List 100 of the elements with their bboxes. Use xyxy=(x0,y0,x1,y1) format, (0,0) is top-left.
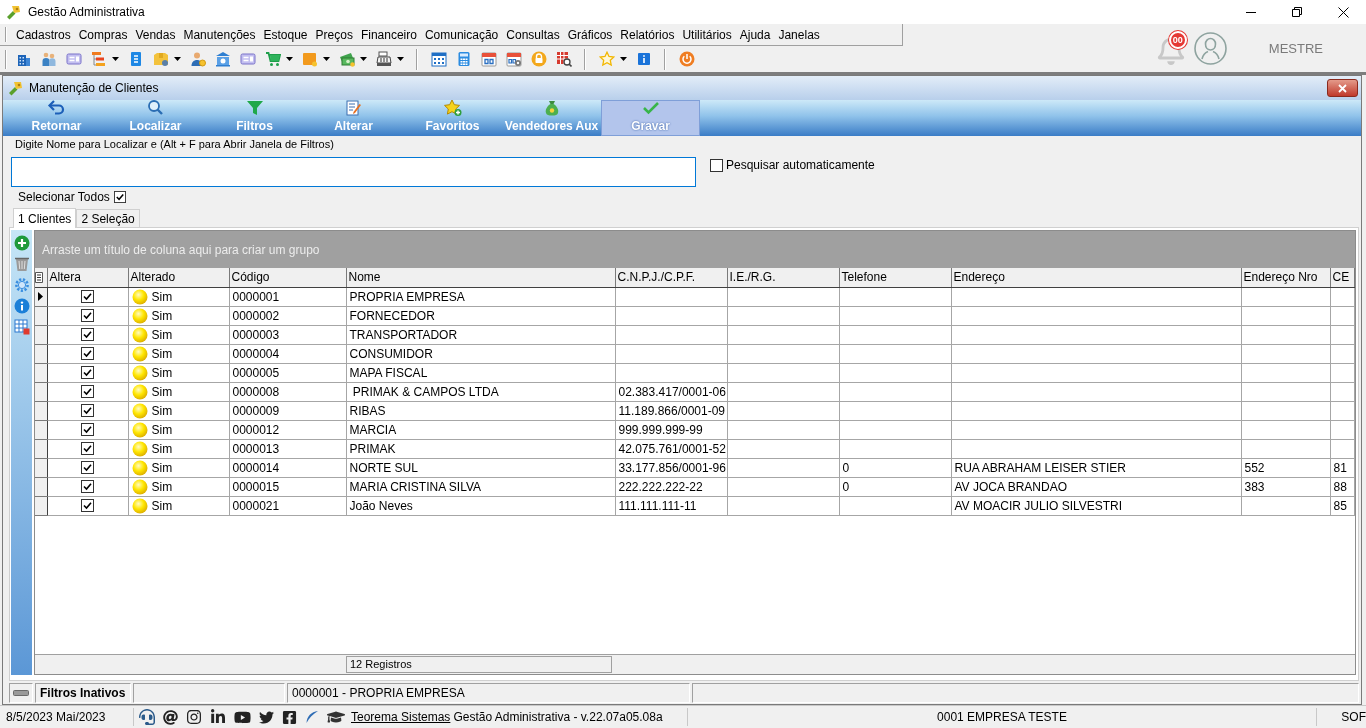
status-text: Sim xyxy=(151,479,173,494)
calendar-icon[interactable] xyxy=(431,51,447,67)
menu-item[interactable]: Manutenções xyxy=(183,27,256,42)
caret-icon[interactable] xyxy=(112,57,119,61)
trash-icon[interactable] xyxy=(13,256,30,272)
status-text: Sim xyxy=(151,308,173,323)
id-card-icon[interactable] xyxy=(66,51,82,67)
star-plus-icon[interactable] xyxy=(442,99,463,117)
orb-icon xyxy=(131,459,148,476)
checkbox[interactable] xyxy=(81,347,94,360)
cart-icon[interactable] xyxy=(265,51,281,67)
power-icon[interactable] xyxy=(679,51,695,67)
facebook-icon[interactable] xyxy=(282,709,297,725)
checkbox[interactable] xyxy=(81,404,94,417)
cash-register-icon[interactable] xyxy=(376,51,392,67)
status-text: Sim xyxy=(151,289,173,304)
menu-item[interactable]: Estoque xyxy=(263,27,308,42)
table-search-icon[interactable] xyxy=(556,51,572,67)
checkbox[interactable] xyxy=(113,191,126,203)
table-icon[interactable] xyxy=(13,319,30,335)
menu-item[interactable]: Janelas xyxy=(778,27,820,42)
checkbox[interactable] xyxy=(81,480,94,493)
gear-icon[interactable] xyxy=(13,277,30,293)
company-text: 0001 EMPRESA TESTE xyxy=(686,708,1317,726)
checkbox[interactable] xyxy=(81,423,94,436)
search-field[interactable] xyxy=(11,157,696,187)
check-icon[interactable] xyxy=(640,99,661,117)
menu-item[interactable]: Utilitários xyxy=(682,27,732,42)
caret-icon[interactable] xyxy=(323,57,330,61)
column-header[interactable]: Altera xyxy=(47,268,128,287)
menu-item[interactable]: Cadastros xyxy=(16,27,71,42)
info-icon[interactable] xyxy=(636,51,652,67)
checkbox[interactable] xyxy=(81,328,94,341)
checkbox[interactable] xyxy=(81,442,94,455)
column-header[interactable]: Endereço Nro xyxy=(1241,268,1330,287)
caret-icon[interactable] xyxy=(360,57,367,61)
menu-item[interactable]: Consultas xyxy=(506,27,560,42)
column-header[interactable]: Alterado xyxy=(128,268,229,287)
calculator-icon[interactable] xyxy=(456,51,472,67)
caret-icon[interactable] xyxy=(620,57,627,61)
close-button[interactable] xyxy=(1327,79,1358,97)
menu-item[interactable]: Compras xyxy=(78,27,128,42)
restore-icon[interactable] xyxy=(1292,7,1302,17)
add-icon[interactable] xyxy=(13,235,30,251)
checkbox[interactable] xyxy=(81,366,94,379)
menu-item[interactable]: Gráficos xyxy=(567,27,613,42)
swoosh-icon[interactable] xyxy=(305,710,319,724)
checkbox[interactable] xyxy=(81,385,94,398)
status-text: Sim xyxy=(151,365,173,380)
orb-icon xyxy=(131,497,148,514)
status-text: Sim xyxy=(151,327,173,342)
checkbox[interactable] xyxy=(710,158,723,172)
column-header[interactable]: I.E./R.G. xyxy=(727,268,839,287)
menu-item[interactable]: Ajuda xyxy=(739,27,771,42)
column-header[interactable]: CE xyxy=(1330,268,1355,287)
bank-icon[interactable] xyxy=(215,51,231,67)
bar-icon[interactable] xyxy=(13,690,29,696)
menu-item[interactable]: Financeiro xyxy=(360,27,417,42)
caret-icon[interactable] xyxy=(286,57,293,61)
edit-document-icon[interactable] xyxy=(343,99,364,117)
money-icon[interactable] xyxy=(339,51,355,67)
status-text: 0000001 - PROPRIA EMPRESA xyxy=(287,683,690,703)
return-arrow-icon[interactable] xyxy=(46,99,67,117)
at-sign-icon[interactable] xyxy=(163,709,178,725)
caret-icon[interactable] xyxy=(174,57,181,61)
caret-icon[interactable] xyxy=(397,57,404,61)
column-header[interactable]: Endereço xyxy=(951,268,1241,287)
headset-icon[interactable] xyxy=(139,709,155,725)
checkbox[interactable] xyxy=(81,309,94,322)
info-icon[interactable] xyxy=(13,298,30,314)
package-icon[interactable] xyxy=(153,51,169,67)
checkbox[interactable] xyxy=(81,499,94,512)
calendar-icon[interactable] xyxy=(481,51,497,67)
person-coin-icon[interactable] xyxy=(190,51,206,67)
org-chart-icon[interactable] xyxy=(91,51,107,67)
people-icon[interactable] xyxy=(41,51,57,67)
column-header[interactable]: Telefone xyxy=(839,268,951,287)
link[interactable]: Teorema Sistemas xyxy=(351,710,451,724)
status-text: Filtros Inativos xyxy=(35,683,131,703)
menu-item[interactable]: Relatórios xyxy=(620,27,675,42)
search-label: Digite Nome para Localizar e (Alt + F para Abrir Janela de Filtros) xyxy=(14,137,334,152)
column-header[interactable]: Código xyxy=(229,268,346,287)
close-icon[interactable] xyxy=(1337,6,1349,18)
id-card-icon[interactable] xyxy=(240,51,256,67)
star-icon[interactable] xyxy=(599,51,615,67)
calendar-gear-icon[interactable] xyxy=(506,51,522,67)
column-header[interactable]: C.N.P.J./C.P.F. xyxy=(615,268,727,287)
document-icon[interactable] xyxy=(128,51,144,67)
tab[interactable]: 2 Seleção xyxy=(76,209,140,227)
menu-item[interactable]: Preços xyxy=(315,27,353,42)
checkbox[interactable] xyxy=(81,290,94,303)
linkedin-icon[interactable] xyxy=(210,709,226,725)
menu-item[interactable]: Comunicação xyxy=(424,27,499,42)
checkbox[interactable] xyxy=(81,461,94,474)
column-header[interactable]: Nome xyxy=(346,268,615,287)
instagram-icon[interactable] xyxy=(186,709,202,725)
menu-item[interactable]: Vendas xyxy=(135,27,176,42)
twitter-icon[interactable] xyxy=(259,709,274,725)
tab[interactable]: 1 Clientes xyxy=(13,208,77,228)
list-icon[interactable] xyxy=(35,271,43,283)
